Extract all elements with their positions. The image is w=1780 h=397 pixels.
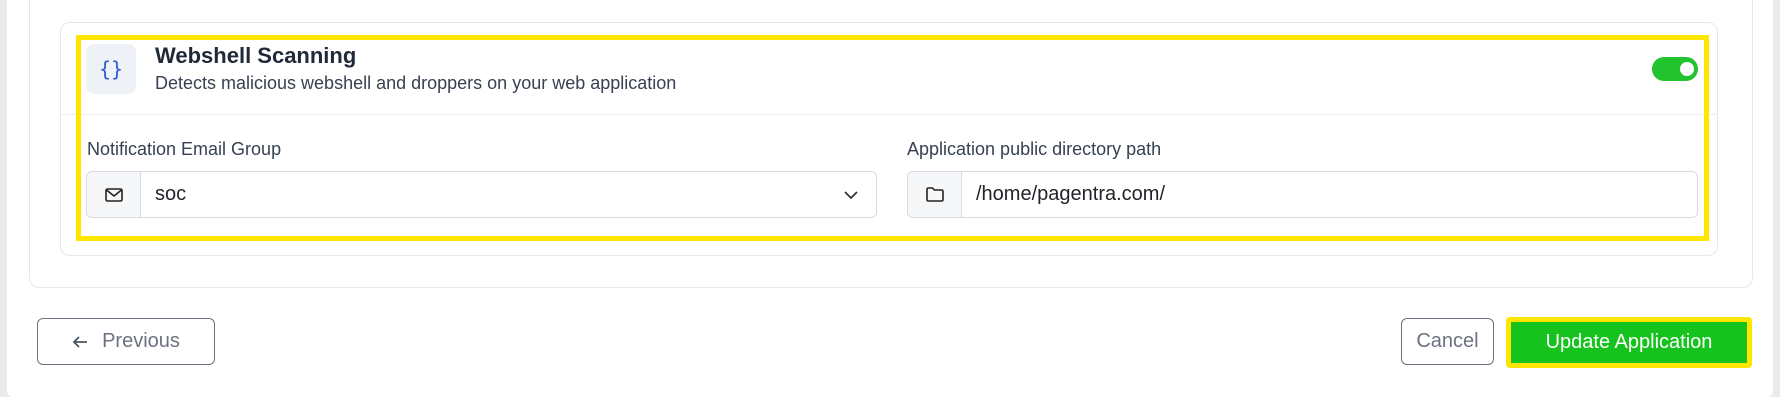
feature-title: Webshell Scanning [155, 43, 357, 68]
notification-email-group-value: soc [155, 183, 187, 205]
cancel-button-label: Cancel [1416, 330, 1479, 352]
webshell-scanning-toggle[interactable] [1652, 57, 1698, 81]
update-application-button-label: Update Application [1545, 331, 1713, 353]
directory-path-input[interactable]: /home/pagentra.com/ [907, 171, 1698, 218]
folder-icon [908, 172, 962, 217]
chevron-down-icon [826, 172, 876, 217]
directory-path-label: Application public directory path [907, 139, 1162, 159]
update-application-button[interactable]: Update Application [1506, 317, 1752, 368]
previous-button-label: Previous [102, 330, 180, 352]
notification-email-group-label: Notification Email Group [87, 139, 282, 159]
feature-description: Detects malicious webshell and droppers … [155, 73, 677, 93]
cancel-button[interactable]: Cancel [1401, 318, 1494, 365]
toggle-knob [1680, 62, 1694, 76]
arrow-left-icon [72, 335, 88, 349]
notification-email-group-select[interactable]: soc [86, 171, 877, 218]
code-braces-icon: {} [86, 44, 136, 94]
mail-icon [87, 172, 141, 217]
divider [61, 114, 1717, 115]
directory-path-value[interactable]: /home/pagentra.com/ [962, 172, 1697, 217]
previous-button[interactable]: Previous [37, 318, 215, 365]
